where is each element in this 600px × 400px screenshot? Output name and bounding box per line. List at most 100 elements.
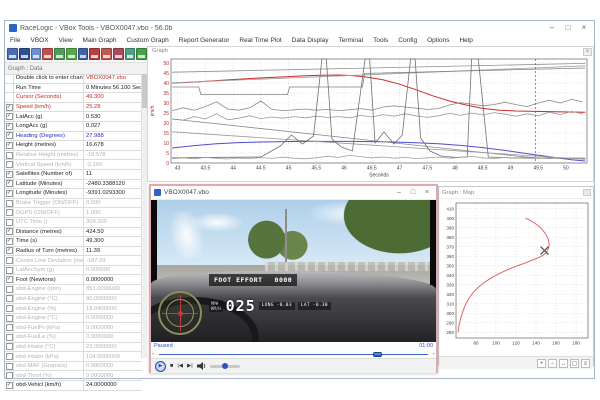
channel-checkbox[interactable]: ✓ (6, 247, 13, 254)
volume-slider[interactable] (210, 365, 240, 368)
channel-checkbox[interactable]: ✓ (6, 276, 13, 283)
map-zoom-out-icon[interactable]: − (548, 359, 557, 368)
custom-graph-icon[interactable] (101, 48, 112, 60)
data-display-icon[interactable] (66, 48, 77, 60)
map-maximize-icon[interactable] (583, 189, 591, 196)
channel-checkbox[interactable] (6, 161, 13, 168)
channel-checkbox[interactable]: ✓ (6, 190, 13, 197)
foot-effort-label: FOOT EFFORT (214, 276, 263, 284)
menu-data-display[interactable]: Data Display (287, 37, 334, 44)
menu-help[interactable]: Help (454, 37, 477, 44)
channel-label: obd-FuelLe (%) (14, 334, 83, 340)
video-close-button[interactable]: × (420, 187, 434, 199)
menu-report-generator[interactable]: Report Generator (174, 37, 235, 44)
tools-icon[interactable] (125, 48, 136, 60)
channel-label: obd-Engine (rpm) (14, 286, 83, 292)
channel-value: 0.9900000 (83, 362, 142, 371)
minimize-button[interactable]: – (544, 22, 560, 34)
channel-checkbox[interactable] (6, 200, 13, 207)
channel-checkbox[interactable]: ✓ (6, 228, 13, 235)
channel-checkbox[interactable] (6, 343, 13, 350)
channel-checkbox[interactable] (6, 324, 13, 331)
volume-knob[interactable] (222, 363, 228, 369)
menu-tools[interactable]: Tools (368, 37, 393, 44)
channel-label: LatAcc (g) (14, 114, 83, 120)
menu-main-graph[interactable]: Main Graph (78, 37, 122, 44)
serial-monitor-icon[interactable] (19, 48, 30, 60)
map-svg[interactable]: 8010012014016018028029030031032033034035… (439, 199, 593, 351)
channel-checkbox[interactable]: ✓ (6, 132, 13, 139)
channel-checkbox[interactable]: ✓ (6, 123, 13, 130)
channel-checkbox[interactable] (6, 257, 13, 264)
vbox-setup-icon[interactable] (7, 48, 18, 60)
table-row: ✓Heading (Degrees)27.988 (5, 132, 142, 142)
map-settings-icon[interactable]: ≡ (581, 359, 590, 368)
channel-checkbox[interactable]: ✓ (6, 238, 13, 245)
unit-kmh-label: KM/H (211, 306, 221, 311)
main-graph-icon[interactable] (89, 48, 100, 60)
main-graph-svg[interactable]: 4343.54444.54545.54646.54747.54848.54949… (148, 56, 593, 181)
channel-value: 0.530 (83, 112, 142, 121)
terminal-icon[interactable] (78, 48, 89, 60)
table-row: Centre Line Deviation (metres)-187.93 (5, 256, 142, 266)
menu-view[interactable]: View (54, 37, 78, 44)
table-row: ✓Longitude (Minutes)-9391.0293300 (5, 189, 142, 199)
channel-checkbox[interactable]: ✓ (6, 382, 13, 389)
menu-vbox[interactable]: VBOX (25, 37, 53, 44)
tab-graph[interactable]: Graph (148, 47, 593, 56)
channel-checkbox[interactable]: ✓ (6, 104, 13, 111)
channel-checkbox[interactable] (6, 363, 13, 370)
svg-text:330: 330 (446, 283, 454, 288)
seek-back-icon[interactable]: « (152, 351, 155, 356)
play-button[interactable]: ▶ (155, 361, 166, 372)
video-maximize-button[interactable]: □ (406, 187, 420, 199)
menu-terminal[interactable]: Terminal (334, 37, 369, 44)
channel-checkbox[interactable] (6, 286, 13, 293)
video-title-bar: VBOX0047.vbo – □ × (151, 186, 436, 200)
channel-checkbox[interactable] (6, 295, 13, 302)
tab-graph-map[interactable]: Graph : Map (439, 187, 593, 199)
close-button[interactable]: × (576, 22, 592, 34)
seek-track[interactable] (159, 354, 428, 356)
channel-checkbox[interactable]: ✓ (6, 180, 13, 187)
menu-file[interactable]: File (5, 37, 25, 44)
map-pan-icon[interactable]: ↔ (559, 359, 568, 368)
channel-checkbox[interactable]: ✓ (6, 171, 13, 178)
next-frame-button[interactable]: ▶| (187, 363, 193, 369)
graph-close-icon[interactable]: × (583, 48, 592, 56)
svg-text:0: 0 (166, 161, 169, 167)
channel-checkbox[interactable] (6, 315, 13, 322)
seek-handle[interactable] (373, 352, 382, 357)
video-pole (285, 209, 287, 266)
channel-checkbox[interactable] (6, 334, 13, 341)
menu-options[interactable]: Options (422, 37, 454, 44)
map-fit-icon[interactable]: ▢ (570, 359, 579, 368)
video-minimize-button[interactable]: – (392, 187, 406, 199)
report-generator-icon[interactable] (42, 48, 53, 60)
channel-checkbox[interactable] (6, 372, 13, 379)
menu-config[interactable]: Config (393, 37, 422, 44)
channel-checkbox[interactable] (6, 219, 13, 226)
graph-setup-icon[interactable] (31, 48, 42, 60)
seek-forward-icon[interactable]: » (432, 351, 435, 356)
stop-button[interactable]: ■ (170, 363, 173, 369)
channel-checkbox[interactable] (6, 305, 13, 312)
channel-checkbox[interactable] (6, 209, 13, 216)
channel-checkbox[interactable]: ✓ (6, 113, 13, 120)
menu-custom-graph[interactable]: Custom Graph (122, 37, 174, 44)
map-zoom-in-icon[interactable]: + (537, 359, 546, 368)
channel-checkbox[interactable] (6, 152, 13, 159)
svg-text:43: 43 (175, 166, 181, 172)
channel-checkbox[interactable] (6, 353, 13, 360)
menu-real-time-plot[interactable]: Real Time Plot (234, 37, 286, 44)
config-icon[interactable] (136, 48, 147, 60)
map-icon[interactable] (113, 48, 124, 60)
real-time-plot-icon[interactable] (54, 48, 65, 60)
table-row: ✓Height (metres)16.678 (5, 141, 142, 151)
seek-bar[interactable]: « » (151, 350, 436, 358)
channel-checkbox[interactable]: ✓ (6, 142, 13, 149)
channel-checkbox[interactable] (6, 267, 13, 274)
speaker-icon[interactable] (197, 362, 206, 370)
prev-frame-button[interactable]: |◀ (177, 363, 183, 369)
maximize-button[interactable]: □ (560, 22, 576, 34)
